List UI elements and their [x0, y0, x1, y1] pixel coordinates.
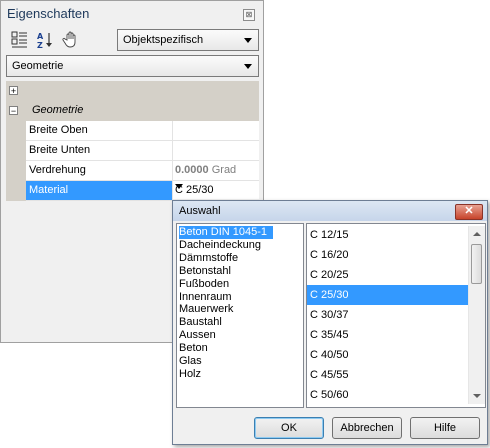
ok-button[interactable]: OK [254, 417, 324, 439]
svg-text:A: A [37, 32, 44, 41]
scroll-down-icon[interactable] [473, 394, 481, 398]
row-gutter [6, 141, 26, 161]
property-grid: + − Geometrie Breite Oben Breite Unten V… [6, 81, 259, 201]
properties-titlebar[interactable]: Eigenschaften ⊠ [1, 1, 263, 25]
row-gutter [6, 181, 26, 201]
property-name: Material [26, 181, 173, 201]
scrollbar[interactable] [468, 226, 485, 404]
group-dropdown[interactable]: Geometrie [6, 55, 259, 77]
material-list-item[interactable]: C 55/67 [307, 405, 471, 407]
property-name: Breite Unten [26, 141, 173, 161]
dialog-title: Auswahl [179, 205, 221, 217]
category-list-item[interactable]: Betonstahl [179, 265, 231, 278]
sort-alphabetical-icon[interactable]: A Z [35, 30, 55, 50]
expand-icon[interactable]: + [9, 86, 18, 96]
chevron-down-icon [244, 38, 252, 43]
category-list-item[interactable]: Mauerwerk [179, 303, 233, 316]
material-list-item[interactable]: C 25/30 [307, 285, 471, 305]
chevron-down-icon [244, 64, 252, 69]
properties-close-icon[interactable]: ⊠ [243, 9, 255, 21]
property-row-breite-oben[interactable]: Breite Oben [6, 121, 259, 141]
rotation-unit: Grad [211, 164, 237, 176]
property-name: Verdrehung [26, 161, 173, 181]
category-listbox[interactable]: Beton DIN 1045-1 Dacheindeckung Dämmstoffe… [176, 223, 304, 408]
group-dropdown-value: Geometrie [12, 60, 64, 72]
category-list-item[interactable]: Innenraum [179, 291, 232, 304]
property-value[interactable] [173, 121, 259, 141]
material-list-item[interactable]: C 45/55 [307, 365, 471, 385]
material-list-item[interactable]: C 20/25 [307, 265, 471, 285]
collapse-icon[interactable]: − [9, 106, 18, 116]
row-gutter [6, 161, 26, 181]
material-listbox[interactable]: C 12/15 C 16/20 C 20/25 C 25/30 C 30/37 C 35/… [306, 223, 486, 408]
property-row-verdrehung[interactable]: Verdrehung 0.0000 Grad [6, 161, 259, 181]
scrollbar-thumb[interactable] [471, 244, 482, 284]
property-value[interactable]: 0.0000 Grad [173, 161, 259, 181]
material-list-item[interactable]: C 16/20 [307, 245, 471, 265]
cancel-button[interactable]: Abbrechen [332, 417, 402, 439]
material-list-item[interactable]: C 35/45 [307, 325, 471, 345]
mode-dropdown-value: Objektspezifisch [123, 34, 204, 46]
close-icon[interactable]: ✕ [455, 204, 483, 220]
material-list-item[interactable]: C 12/15 [307, 225, 471, 245]
category-label: Geometrie [32, 104, 84, 116]
properties-title: Eigenschaften [7, 6, 90, 21]
category-list-item[interactable]: Glas [179, 355, 202, 368]
svg-text:Z: Z [37, 41, 43, 50]
category-list-item[interactable]: Baustahl [179, 316, 222, 329]
property-row-material[interactable]: Material C 25/30 [6, 181, 259, 201]
property-name: Breite Oben [26, 121, 173, 141]
categorized-view-icon[interactable] [10, 30, 30, 50]
collapsed-category-row[interactable]: + [6, 81, 259, 101]
category-list-item[interactable]: Aussen [179, 329, 216, 342]
category-list-item[interactable]: Dämmstoffe [179, 252, 238, 265]
category-list-item[interactable]: Fußboden [179, 278, 229, 291]
material-list-item[interactable]: C 40/50 [307, 345, 471, 365]
hand-pick-icon[interactable] [61, 30, 81, 50]
chevron-down-icon[interactable] [175, 184, 183, 189]
auswahl-dialog: Auswahl ✕ Beton DIN 1045-1 Dacheindeckung… [172, 200, 488, 445]
category-list-item[interactable]: Beton DIN 1045-1 [179, 226, 274, 239]
scroll-up-icon[interactable] [473, 232, 481, 236]
category-list-item[interactable]: Dacheindeckung [179, 239, 261, 252]
category-list-item[interactable]: Beton [179, 342, 208, 355]
help-button[interactable]: Hilfe [410, 417, 480, 439]
property-row-breite-unten[interactable]: Breite Unten [6, 141, 259, 161]
dialog-titlebar[interactable]: Auswahl ✕ [173, 201, 487, 221]
material-list-item[interactable]: C 50/60 [307, 385, 471, 405]
mode-dropdown[interactable]: Objektspezifisch [117, 29, 259, 51]
rotation-value: 0.0000 [175, 164, 209, 176]
category-list-item[interactable]: Holz [179, 368, 201, 381]
category-row-geometrie[interactable]: − Geometrie [6, 101, 259, 121]
material-dropdown[interactable]: C 25/30 [173, 181, 259, 201]
property-value[interactable] [173, 141, 259, 161]
row-gutter [6, 121, 26, 141]
material-list-item[interactable]: C 30/37 [307, 305, 471, 325]
